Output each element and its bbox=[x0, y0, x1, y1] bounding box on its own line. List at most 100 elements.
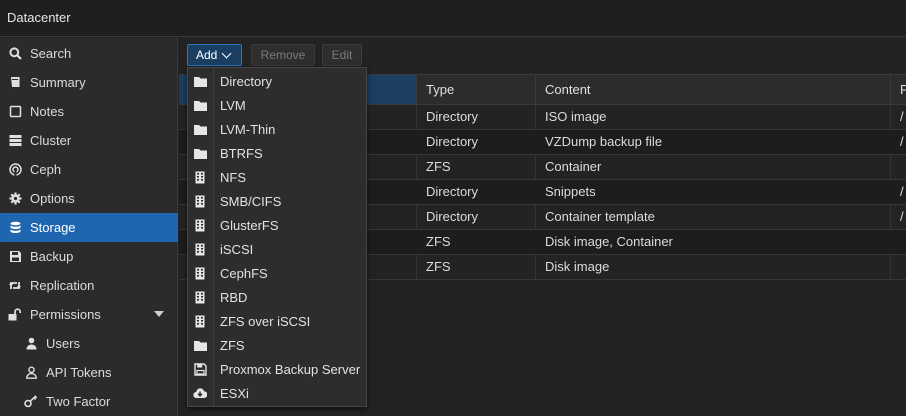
menu-item-zfs-over-iscsi[interactable]: ZFS over iSCSI bbox=[188, 309, 366, 333]
note-icon bbox=[8, 105, 22, 119]
sidebar-item-label: Options bbox=[30, 191, 75, 206]
menu-item-label: LVM-Thin bbox=[220, 121, 276, 137]
gear-icon bbox=[8, 192, 22, 206]
sidebar-item-two-factor[interactable]: Two Factor bbox=[0, 387, 178, 416]
search-icon bbox=[8, 47, 22, 61]
cell-type: Directory bbox=[426, 134, 479, 149]
sidebar-item-storage[interactable]: Storage bbox=[0, 213, 178, 242]
cell-content: Snippets bbox=[545, 184, 596, 199]
sidebar-item-ceph[interactable]: Ceph bbox=[0, 155, 178, 184]
menu-item-rbd[interactable]: RBD bbox=[188, 285, 366, 309]
building-icon bbox=[193, 170, 207, 184]
building-icon bbox=[193, 266, 207, 280]
cell-content: Disk image bbox=[545, 259, 610, 274]
folder-icon bbox=[193, 122, 207, 136]
menu-item-label: SMB/CIFS bbox=[220, 193, 282, 209]
sidebar-item-options[interactable]: Options bbox=[0, 184, 178, 213]
menu-item-label: ZFS over iSCSI bbox=[220, 313, 311, 329]
sidebar-item-search[interactable]: Search bbox=[0, 39, 178, 68]
edit-button[interactable]: Edit bbox=[322, 44, 362, 66]
cell-content: Disk image, Container bbox=[545, 234, 673, 249]
column-header-type[interactable]: Type bbox=[417, 75, 536, 104]
sidebar-item-label: Permissions bbox=[30, 307, 101, 322]
sidebar-item-label: Users bbox=[46, 336, 80, 351]
retweet-icon bbox=[8, 279, 22, 293]
cell-path: / bbox=[900, 209, 904, 224]
sidebar-item-api-tokens[interactable]: API Tokens bbox=[0, 358, 178, 387]
building-icon bbox=[193, 242, 207, 256]
sidebar: Search Summary Notes Cluster Ceph Option… bbox=[0, 38, 178, 416]
sidebar-item-label: Two Factor bbox=[46, 394, 111, 409]
menu-item-nfs[interactable]: NFS bbox=[188, 165, 366, 189]
menu-item-label: GlusterFS bbox=[220, 217, 279, 233]
menu-item-zfs[interactable]: ZFS bbox=[188, 333, 366, 357]
menu-item-label: BTRFS bbox=[220, 145, 263, 161]
sidebar-item-label: Ceph bbox=[30, 162, 62, 177]
menu-item-label: Proxmox Backup Server bbox=[220, 361, 361, 377]
menu-item-label: NFS bbox=[220, 169, 246, 185]
sidebar-item-label: Storage bbox=[30, 220, 76, 235]
add-button[interactable]: Add bbox=[187, 44, 242, 66]
cell-path: / bbox=[900, 134, 904, 149]
building-icon bbox=[193, 194, 207, 208]
server-icon bbox=[8, 134, 22, 148]
sidebar-item-label: Backup bbox=[30, 249, 74, 264]
key-icon bbox=[24, 395, 38, 409]
menu-item-smb-cifs[interactable]: SMB/CIFS bbox=[188, 189, 366, 213]
menu-item-esxi[interactable]: ESXi bbox=[188, 381, 366, 405]
cell-path bbox=[891, 230, 906, 254]
sidebar-item-label: Cluster bbox=[30, 133, 72, 148]
cell-content: VZDump backup file bbox=[545, 134, 663, 149]
add-storage-menu: Directory LVM LVM-Thin BTRFS NFS SMB/CIF… bbox=[187, 67, 367, 407]
book-icon bbox=[8, 76, 22, 90]
sidebar-item-cluster[interactable]: Cluster bbox=[0, 126, 178, 155]
menu-item-label: ESXi bbox=[220, 385, 249, 401]
menu-item-directory[interactable]: Directory bbox=[188, 69, 366, 93]
sidebar-item-users[interactable]: Users bbox=[0, 329, 178, 358]
cell-path: / bbox=[900, 109, 904, 124]
cloud-download-icon bbox=[193, 386, 207, 400]
menu-item-glusterfs[interactable]: GlusterFS bbox=[188, 213, 366, 237]
toolbar: Add Remove Edit bbox=[179, 38, 906, 70]
cell-type: Directory bbox=[426, 109, 479, 124]
sidebar-item-backup[interactable]: Backup bbox=[0, 242, 178, 271]
menu-item-lvm[interactable]: LVM bbox=[188, 93, 366, 117]
folder-icon bbox=[193, 338, 207, 352]
menu-item-lvm-thin[interactable]: LVM-Thin bbox=[188, 117, 366, 141]
column-header-content[interactable]: Content bbox=[536, 75, 891, 104]
cell-content: Container bbox=[545, 159, 602, 174]
floppy-icon bbox=[193, 362, 207, 376]
cell-type: Directory bbox=[426, 209, 479, 224]
remove-button[interactable]: Remove bbox=[251, 44, 315, 66]
sidebar-item-permissions[interactable]: Permissions bbox=[0, 300, 178, 329]
folder-icon bbox=[193, 74, 207, 88]
menu-item-label: Directory bbox=[220, 73, 273, 89]
building-icon bbox=[193, 314, 207, 328]
chevron-down-icon bbox=[221, 48, 232, 58]
cell-path bbox=[891, 155, 906, 179]
unlock-icon bbox=[8, 308, 22, 322]
menu-item-cephfs[interactable]: CephFS bbox=[188, 261, 366, 285]
menu-item-proxmox-backup-server[interactable]: Proxmox Backup Server bbox=[188, 357, 366, 381]
sidebar-item-label: Search bbox=[30, 46, 72, 61]
sidebar-item-label: Notes bbox=[30, 104, 64, 119]
menu-item-iscsi[interactable]: iSCSI bbox=[188, 237, 366, 261]
folder-icon bbox=[193, 146, 207, 160]
menu-item-btrfs[interactable]: BTRFS bbox=[188, 141, 366, 165]
sidebar-item-notes[interactable]: Notes bbox=[0, 97, 178, 126]
menu-item-label: LVM bbox=[220, 97, 246, 113]
expand-caret-icon[interactable] bbox=[154, 311, 164, 317]
cell-path bbox=[891, 255, 906, 279]
user-icon bbox=[24, 337, 38, 351]
cell-type: Directory bbox=[426, 184, 479, 199]
column-header-path[interactable]: P bbox=[891, 75, 906, 104]
sidebar-item-label: API Tokens bbox=[46, 365, 112, 380]
building-icon bbox=[193, 290, 207, 304]
user-outline-icon bbox=[24, 366, 38, 380]
sidebar-item-summary[interactable]: Summary bbox=[0, 68, 178, 97]
cell-type: ZFS bbox=[426, 159, 451, 174]
sidebar-item-replication[interactable]: Replication bbox=[0, 271, 178, 300]
floppy-icon bbox=[8, 250, 22, 264]
menu-item-label: iSCSI bbox=[220, 241, 254, 257]
sidebar-item-label: Summary bbox=[30, 75, 86, 90]
